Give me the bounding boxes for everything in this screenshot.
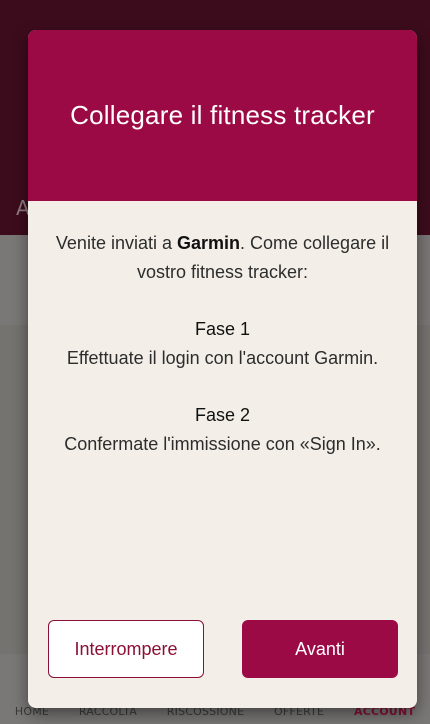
dialog-intro: Venite inviati a Garmin. Come collegare … <box>52 229 393 287</box>
dialog-title: Collegare il fitness tracker <box>70 100 375 130</box>
step-1-title: Fase 1 <box>194 319 251 339</box>
step-2-text: Confermate l'immissione con «Sign In». <box>64 434 381 454</box>
dialog-header: Collegare il fitness tracker <box>28 30 417 201</box>
step-2: Fase 2 Confermate l'immissione con «Sign… <box>52 401 393 459</box>
next-button[interactable]: Avanti <box>242 620 398 678</box>
step-2-title: Fase 2 <box>194 405 251 425</box>
intro-prefix: Venite inviati a <box>55 233 177 253</box>
step-1-text: Effettuate il login con l'account Garmin… <box>66 348 379 368</box>
intro-brand: Garmin <box>176 233 241 253</box>
step-1: Fase 1 Effettuate il login con l'account… <box>52 315 393 373</box>
connect-tracker-dialog: Collegare il fitness tracker Venite invi… <box>28 30 417 708</box>
dialog-body: Venite inviati a Garmin. Come collegare … <box>28 201 417 459</box>
cancel-button[interactable]: Interrompere <box>48 620 204 678</box>
dialog-actions: Interrompere Avanti <box>48 620 398 678</box>
